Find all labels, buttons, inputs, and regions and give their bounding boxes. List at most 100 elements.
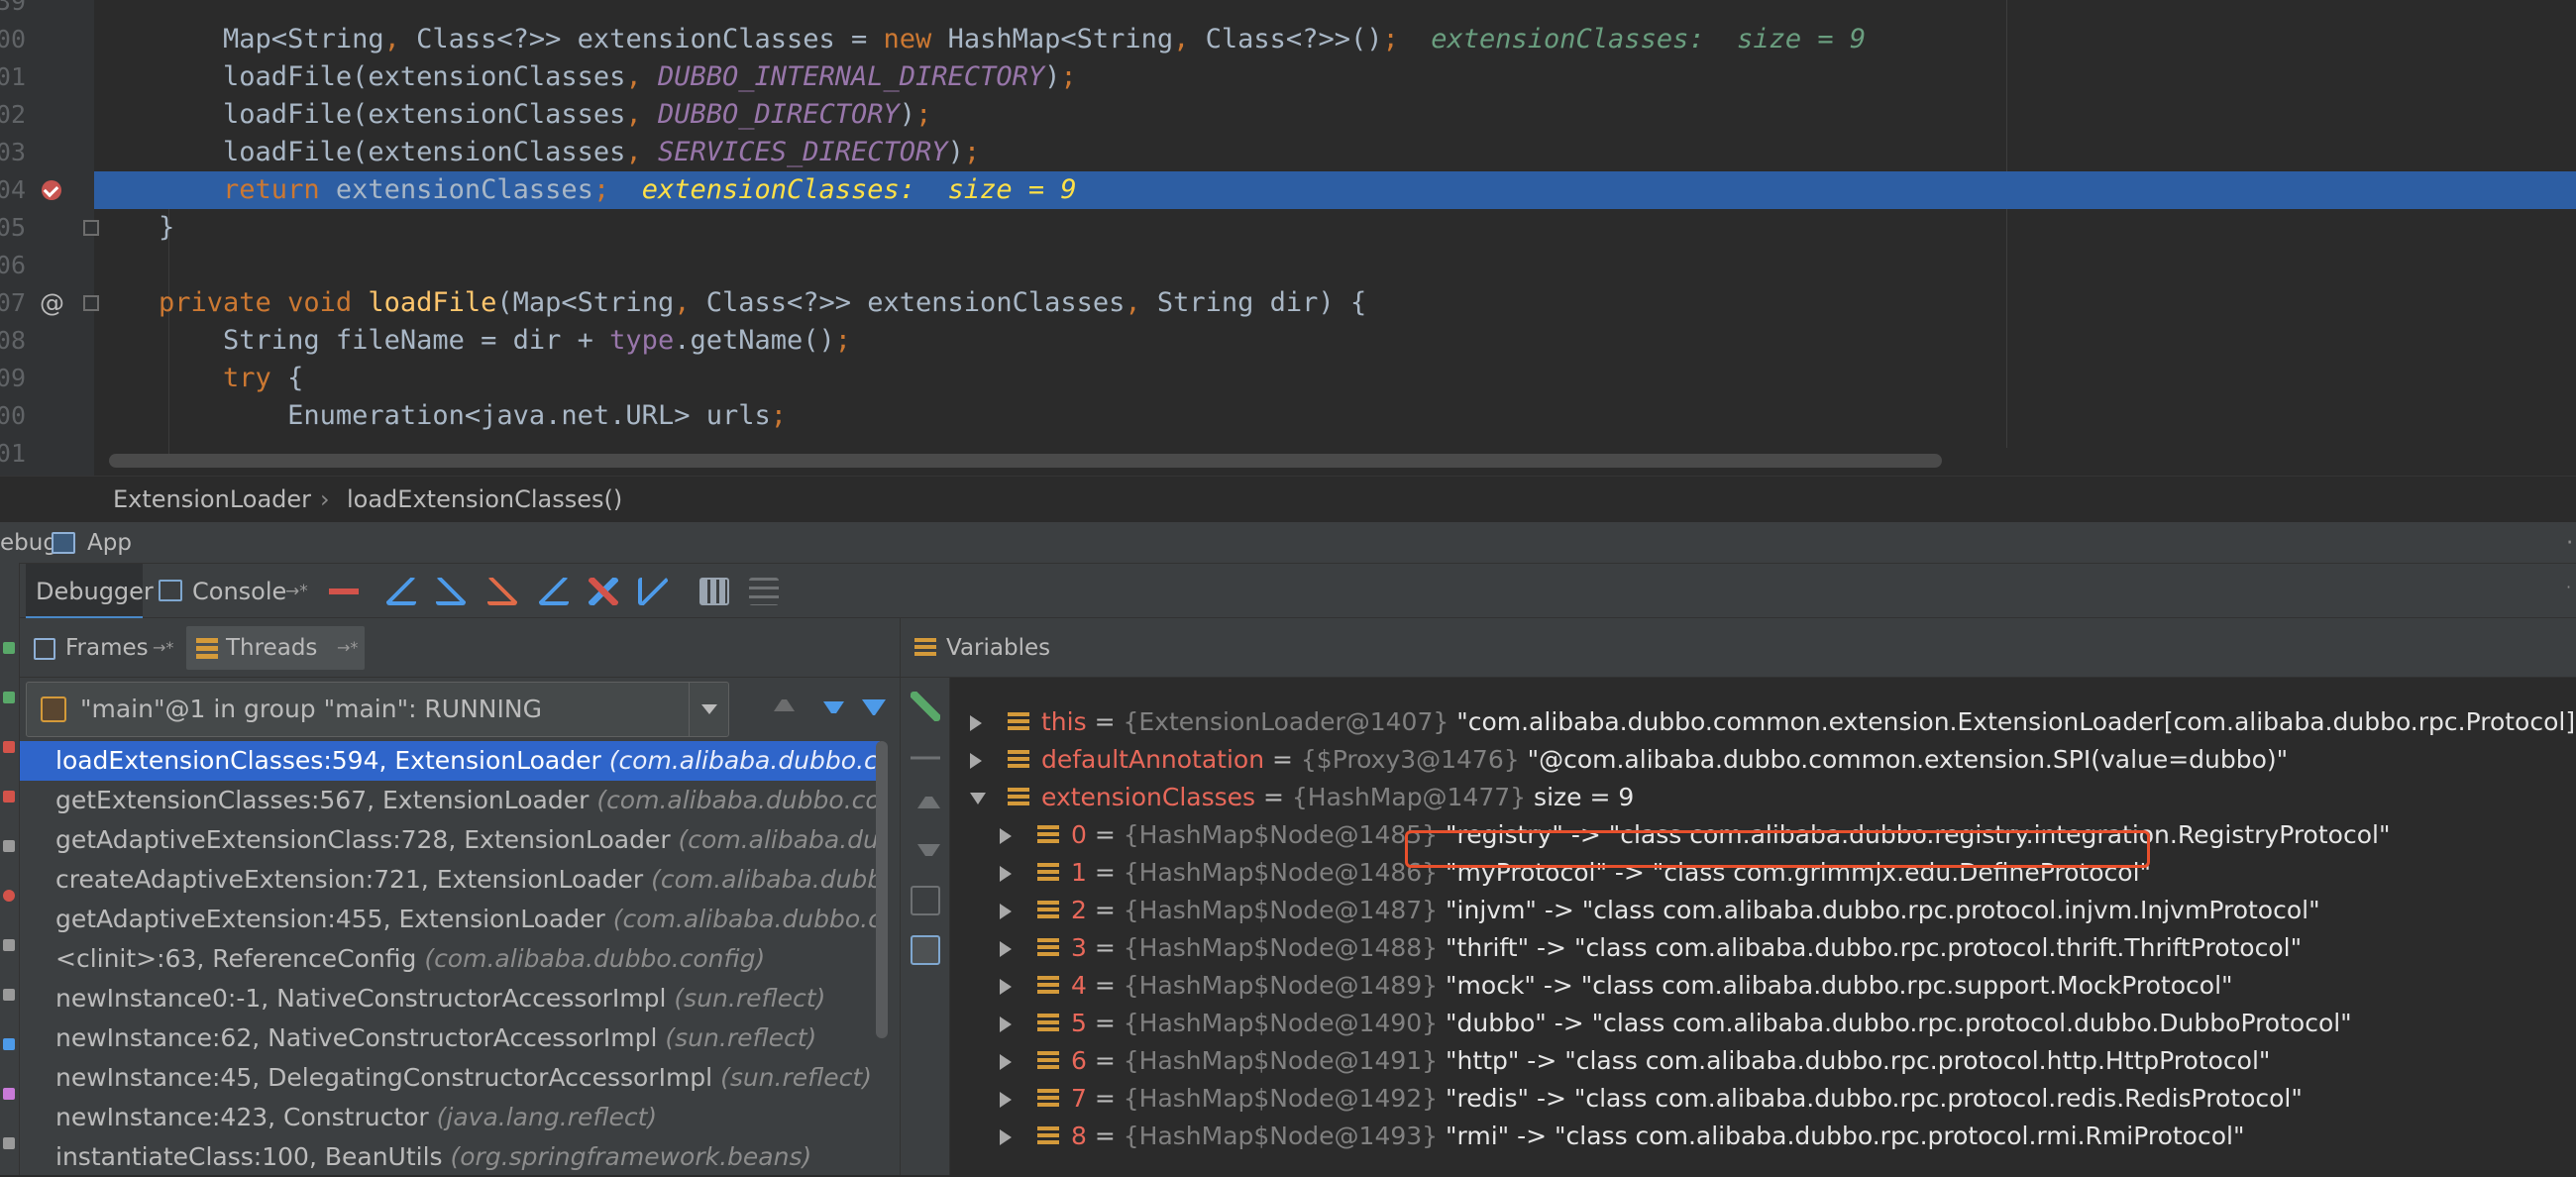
variable-text: 7 = {HashMap$Node@1492} "redis" -> "clas… — [1071, 1080, 2303, 1118]
code-line[interactable]: loadFile(extensionClasses, DUBBO_INTERNA… — [94, 58, 2576, 96]
editor-gutter[interactable]: 39 00 01 02 03 04 05 06 07 @08 09 00 01 — [0, 0, 99, 476]
expand-arrow-icon[interactable] — [1000, 866, 1012, 882]
variable-row[interactable]: 6 = {HashMap$Node@1491} "http" -> "class… — [901, 1042, 2576, 1080]
force-step-into-icon[interactable] — [487, 578, 517, 605]
expand-arrow-icon[interactable] — [1000, 1054, 1012, 1070]
restore-layout-icon[interactable] — [3, 989, 15, 1001]
stack-frame-item[interactable]: newInstance0:-1, NativeConstructorAccess… — [20, 979, 880, 1018]
variable-row[interactable]: extensionClasses = {HashMap@1477} size =… — [901, 779, 2576, 816]
stack-frame-item[interactable]: newInstance:62, NativeConstructorAccesso… — [20, 1018, 880, 1058]
stack-frame-item[interactable]: <clinit>:63, ReferenceConfig (com.alibab… — [20, 939, 880, 979]
gutter-line[interactable]: 06 — [0, 247, 94, 284]
stack-frame-item[interactable]: instantiateClass:100, BeanUtils (org.spr… — [20, 1137, 880, 1177]
expand-arrow-icon[interactable] — [1000, 979, 1012, 995]
variable-row[interactable]: 4 = {HashMap$Node@1489} "mock" -> "class… — [901, 967, 2576, 1005]
breadcrumb-method[interactable]: loadExtensionClasses() — [347, 477, 622, 522]
variable-row[interactable]: this = {ExtensionLoader@1407} "com.aliba… — [901, 703, 2576, 741]
expand-arrow-icon[interactable] — [1000, 828, 1012, 844]
code-line[interactable]: String fileName = dir + type.getName(); — [94, 322, 2576, 360]
gutter-line[interactable]: 08 — [0, 322, 94, 360]
tab-console[interactable]: Console →* — [155, 564, 313, 619]
code-editor[interactable]: 39 00 01 02 03 04 05 06 07 @08 09 00 01 Map<String, … — [0, 0, 2576, 476]
drop-frame-icon[interactable] — [589, 578, 618, 605]
code-line[interactable]: try { — [94, 360, 2576, 397]
gutter-line[interactable]: 00 — [0, 397, 94, 435]
variable-row[interactable]: 2 = {HashMap$Node@1487} "injvm" -> "clas… — [901, 892, 2576, 929]
variable-row[interactable]: 5 = {HashMap$Node@1490} "dubbo" -> "clas… — [901, 1005, 2576, 1042]
gutter-line[interactable]: 02 — [0, 96, 94, 134]
code-line[interactable] — [94, 247, 2576, 284]
pin-icon[interactable] — [3, 1038, 15, 1050]
variable-row[interactable]: 8 = {HashMap$Node@1493} "rmi" -> "class … — [901, 1118, 2576, 1155]
next-frame-icon[interactable] — [818, 694, 844, 723]
expand-arrow-icon[interactable] — [1000, 941, 1012, 957]
code-line[interactable]: } — [94, 209, 2576, 247]
variable-row[interactable]: 3 = {HashMap$Node@1488} "thrift" -> "cla… — [901, 929, 2576, 967]
breadcrumb-class[interactable]: ExtensionLoader — [113, 477, 311, 522]
thread-selector[interactable]: "main"@1 in group "main": RUNNING — [26, 682, 729, 737]
trace-icon[interactable] — [749, 578, 779, 605]
stop-icon[interactable] — [3, 741, 15, 753]
get-thread-dump-icon[interactable] — [3, 939, 15, 951]
pause-icon[interactable] — [3, 890, 15, 902]
gutter-line[interactable]: 07 @ — [0, 284, 99, 322]
show-execution-point-icon[interactable] — [329, 578, 359, 605]
editor-horizontal-scrollbar[interactable] — [109, 454, 1942, 468]
expand-arrow-icon[interactable] — [970, 753, 982, 769]
gutter-line[interactable]: 00 — [0, 21, 94, 58]
gutter-line[interactable]: 09 — [0, 360, 94, 397]
code-line[interactable]: loadFile(extensionClasses, DUBBO_DIRECTO… — [94, 96, 2576, 134]
variable-row[interactable]: 7 = {HashMap$Node@1492} "redis" -> "clas… — [901, 1080, 2576, 1118]
frames-scrollbar[interactable] — [876, 741, 888, 1038]
tab-debugger[interactable]: Debugger — [26, 564, 154, 619]
view-breakpoints-icon[interactable] — [3, 791, 15, 802]
expand-arrow-icon[interactable] — [1000, 1129, 1012, 1145]
step-over-icon[interactable] — [386, 578, 416, 605]
code-line[interactable]: private void loadFile(Map<String, Class<… — [94, 284, 2576, 322]
gutter-line[interactable]: 04 — [0, 171, 94, 209]
stack-frame-item[interactable]: getAdaptiveExtensionClass:728, Extension… — [20, 820, 880, 860]
stack-frame-item[interactable]: createAdaptiveExtension:721, ExtensionLo… — [20, 860, 880, 900]
filter-icon[interactable] — [860, 694, 886, 723]
debug-window-label[interactable]: ebug — [0, 522, 57, 564]
code-line[interactable]: Enumeration<java.net.URL> urls; — [94, 397, 2576, 435]
execution-line[interactable]: return extensionClasses; extensionClasse… — [94, 171, 2576, 209]
stack-frame-item[interactable]: getAdaptiveExtension:455, ExtensionLoade… — [20, 900, 880, 939]
gutter-line[interactable]: 01 — [0, 58, 94, 96]
settings-icon[interactable] — [3, 1088, 15, 1100]
breakpoint-icon[interactable] — [42, 180, 61, 200]
expand-arrow-icon[interactable] — [1000, 904, 1012, 919]
stack-frame-item[interactable]: newInstance:45, DelegatingConstructorAcc… — [20, 1058, 880, 1098]
expand-arrow-open-icon[interactable] — [970, 793, 986, 804]
stack-frame-item[interactable]: loadExtensionClasses:594, ExtensionLoade… — [20, 741, 880, 781]
expand-arrow-icon[interactable] — [1000, 1092, 1012, 1108]
gutter-line[interactable]: 39 — [0, 0, 94, 21]
gutter-line[interactable]: 05 — [0, 209, 99, 247]
toolbar-more-icon[interactable]: · — [2566, 578, 2571, 596]
code-line[interactable] — [94, 0, 2576, 21]
stack-frame-item[interactable]: getExtensionClasses:567, ExtensionLoader… — [20, 781, 880, 820]
mute-breakpoints-icon[interactable] — [3, 840, 15, 852]
step-out-icon[interactable] — [539, 578, 569, 605]
expand-arrow-icon[interactable] — [1000, 1016, 1012, 1032]
help-icon[interactable] — [3, 1137, 15, 1149]
resume-icon[interactable] — [3, 642, 15, 654]
gutter-line[interactable]: 03 — [0, 134, 94, 171]
stack-frame-item[interactable]: newInstance:423, Constructor (java.lang.… — [20, 1098, 880, 1137]
expand-arrow-icon[interactable] — [970, 715, 982, 731]
run-to-cursor-icon[interactable] — [638, 578, 668, 605]
rerun-icon[interactable] — [3, 692, 15, 703]
variable-row[interactable]: defaultAnnotation = {$Proxy3@1476} "@com… — [901, 741, 2576, 779]
override-marker-icon[interactable]: @ — [40, 286, 64, 317]
gutter-line[interactable]: 01 — [0, 435, 94, 473]
previous-frame-icon[interactable] — [769, 694, 795, 723]
code-line[interactable]: Map<String, Class<?>> extensionClasses =… — [94, 21, 2576, 58]
evaluate-expression-icon[interactable] — [699, 578, 729, 605]
settings-icon[interactable]: · — [2566, 522, 2573, 564]
run-config-tab[interactable]: App — [87, 522, 132, 564]
code-line[interactable]: loadFile(extensionClasses, SERVICES_DIRE… — [94, 134, 2576, 171]
chevron-down-icon[interactable] — [689, 683, 728, 736]
tab-frames[interactable]: Frames →* — [26, 626, 174, 670]
step-into-icon[interactable] — [436, 578, 466, 605]
tab-threads[interactable]: Threads →* — [186, 626, 365, 670]
